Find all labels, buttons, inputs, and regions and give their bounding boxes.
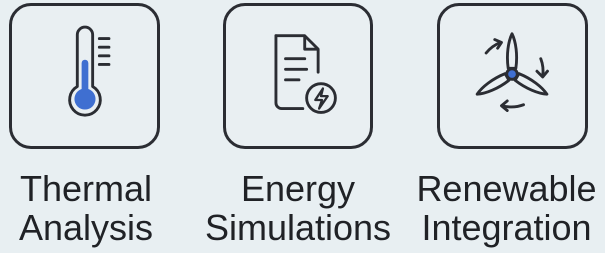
energy-simulations-tile[interactable]: [223, 3, 373, 149]
thermal-analysis-caption: Thermal Analysis: [0, 169, 172, 247]
energy-document-icon: [274, 34, 337, 114]
renewable-integration-tile[interactable]: [437, 3, 588, 149]
renewable-integration-caption: Renewable Integration: [408, 169, 605, 247]
caption-line: Integration: [421, 207, 592, 248]
thermometer-icon: [68, 25, 111, 117]
caption-line: Simulations: [204, 207, 392, 248]
energy-simulations-caption: Energy Simulations: [198, 169, 398, 247]
wind-turbine-icon: [475, 32, 549, 112]
caption-line: Analysis: [18, 207, 154, 248]
thermal-analysis-tile[interactable]: [9, 3, 160, 149]
caption-line: Thermal: [19, 168, 153, 209]
caption-line: Energy: [240, 168, 356, 209]
caption-line: Renewable: [416, 168, 597, 209]
